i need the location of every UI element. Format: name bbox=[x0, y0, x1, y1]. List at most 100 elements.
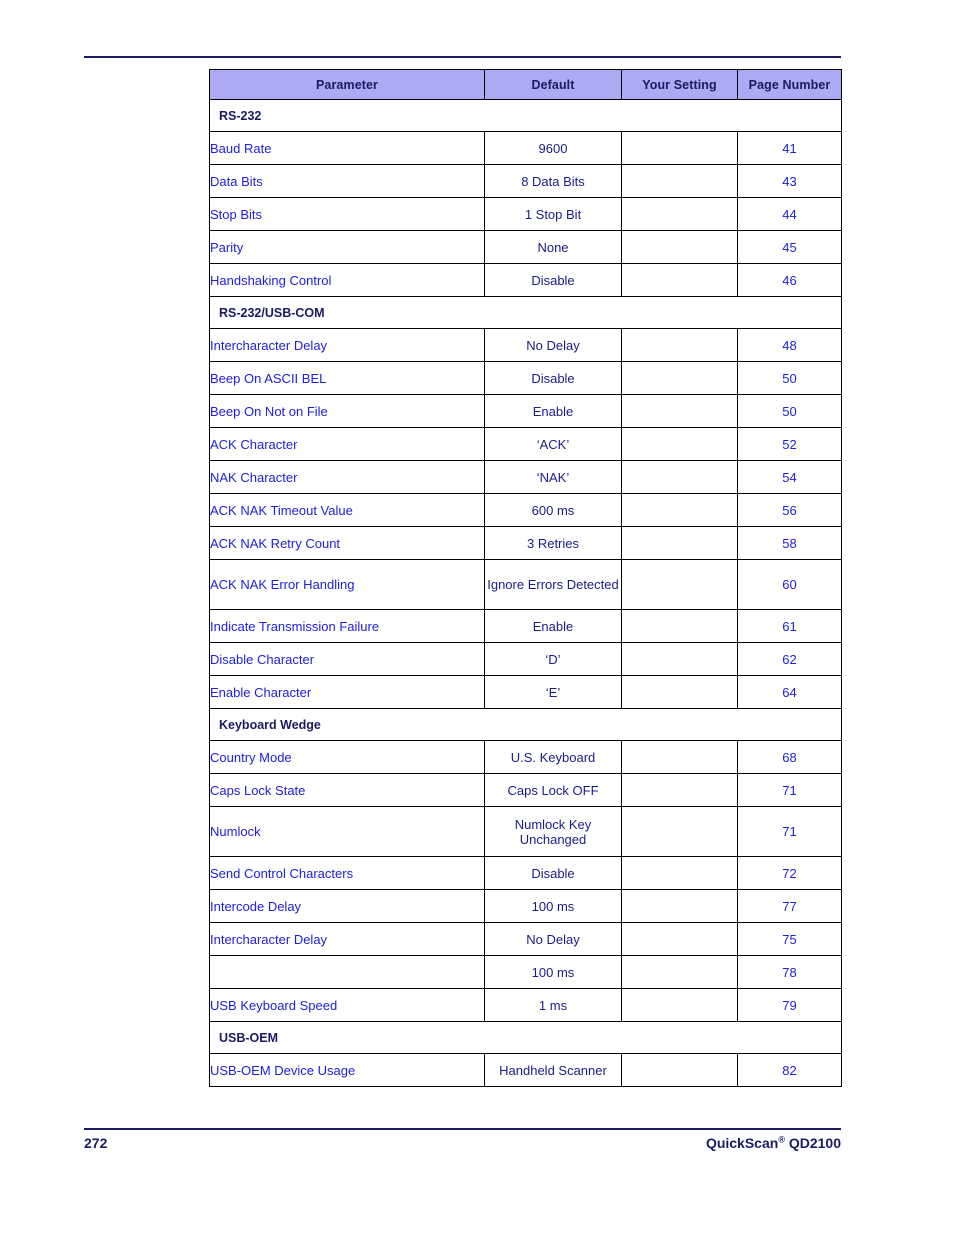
page-number-link[interactable]: 50 bbox=[737, 361, 842, 395]
your-setting-cell[interactable] bbox=[621, 889, 738, 923]
parameter-link[interactable]: Stop Bits bbox=[209, 197, 485, 231]
page-number-link[interactable]: 54 bbox=[737, 460, 842, 494]
parameter-link[interactable]: Beep On Not on File bbox=[209, 394, 485, 428]
table-row: Intercharacter Delay No Delay 48 bbox=[209, 328, 842, 362]
section-header-row: RS-232 bbox=[209, 99, 842, 132]
page-number-link[interactable]: 41 bbox=[737, 131, 842, 165]
parameter-link[interactable]: Intercharacter Delay bbox=[209, 922, 485, 956]
section-header-label: RS-232/USB-COM bbox=[209, 296, 842, 329]
parameter-link[interactable]: Enable Character bbox=[209, 675, 485, 709]
your-setting-cell[interactable] bbox=[621, 806, 738, 857]
parameter-link[interactable]: Parity bbox=[209, 230, 485, 264]
page-number-link[interactable]: 79 bbox=[737, 988, 842, 1022]
parameter-link[interactable]: Intercharacter Delay bbox=[209, 328, 485, 362]
page-number-link[interactable]: 50 bbox=[737, 394, 842, 428]
parameter-link[interactable]: USB-OEM Device Usage bbox=[209, 1053, 485, 1087]
your-setting-cell[interactable] bbox=[621, 361, 738, 395]
table-row: Disable Character ‘D’ 62 bbox=[209, 642, 842, 676]
default-value: Disable bbox=[484, 856, 622, 890]
your-setting-cell[interactable] bbox=[621, 394, 738, 428]
parameter-link[interactable]: Handshaking Control bbox=[209, 263, 485, 297]
footer-product-name: QuickScan bbox=[705, 1135, 779, 1151]
parameter-link[interactable] bbox=[209, 955, 485, 989]
page-number-link[interactable]: 48 bbox=[737, 328, 842, 362]
default-value: None bbox=[484, 230, 622, 264]
parameter-link[interactable]: Send Control Characters bbox=[209, 856, 485, 890]
page-number-link[interactable]: 64 bbox=[737, 675, 842, 709]
page-number-link[interactable]: 60 bbox=[737, 559, 842, 610]
section-header-row: Keyboard Wedge bbox=[209, 708, 842, 741]
default-value: Disable bbox=[484, 361, 622, 395]
settings-table-container: Parameter Default Your Setting Page Numb… bbox=[209, 69, 842, 1087]
page-number-link[interactable]: 46 bbox=[737, 263, 842, 297]
default-value: No Delay bbox=[484, 328, 622, 362]
parameter-link[interactable]: Numlock bbox=[209, 806, 485, 857]
your-setting-cell[interactable] bbox=[621, 1053, 738, 1087]
default-value: 100 ms bbox=[484, 955, 622, 989]
your-setting-cell[interactable] bbox=[621, 609, 738, 643]
section-header-row: USB-OEM bbox=[209, 1021, 842, 1054]
document-page: Parameter Default Your Setting Page Numb… bbox=[0, 0, 954, 1235]
your-setting-cell[interactable] bbox=[621, 988, 738, 1022]
parameter-link[interactable]: Beep On ASCII BEL bbox=[209, 361, 485, 395]
table-row: NAK Character ‘NAK’ 54 bbox=[209, 460, 842, 494]
table-row: 100 ms 78 bbox=[209, 955, 842, 989]
your-setting-cell[interactable] bbox=[621, 856, 738, 890]
page-number-link[interactable]: 56 bbox=[737, 493, 842, 527]
your-setting-cell[interactable] bbox=[621, 922, 738, 956]
page-number-link[interactable]: 71 bbox=[737, 806, 842, 857]
your-setting-cell[interactable] bbox=[621, 328, 738, 362]
page-number-link[interactable]: 52 bbox=[737, 427, 842, 461]
parameter-link[interactable]: USB Keyboard Speed bbox=[209, 988, 485, 1022]
your-setting-cell[interactable] bbox=[621, 197, 738, 231]
parameter-link[interactable]: ACK NAK Timeout Value bbox=[209, 493, 485, 527]
page-number-link[interactable]: 78 bbox=[737, 955, 842, 989]
default-value: Enable bbox=[484, 609, 622, 643]
default-value: ‘D’ bbox=[484, 642, 622, 676]
parameter-link[interactable]: Indicate Transmission Failure bbox=[209, 609, 485, 643]
page-number-link[interactable]: 61 bbox=[737, 609, 842, 643]
section-header-label: RS-232 bbox=[209, 99, 842, 132]
page-number-link[interactable]: 71 bbox=[737, 773, 842, 807]
parameter-link[interactable]: Country Mode bbox=[209, 740, 485, 774]
parameter-link[interactable]: ACK NAK Retry Count bbox=[209, 526, 485, 560]
table-row: Country Mode U.S. Keyboard 68 bbox=[209, 740, 842, 774]
your-setting-cell[interactable] bbox=[621, 526, 738, 560]
section-header-label: USB-OEM bbox=[209, 1021, 842, 1054]
your-setting-cell[interactable] bbox=[621, 740, 738, 774]
parameter-link[interactable]: NAK Character bbox=[209, 460, 485, 494]
your-setting-cell[interactable] bbox=[621, 675, 738, 709]
your-setting-cell[interactable] bbox=[621, 773, 738, 807]
page-number-link[interactable]: 75 bbox=[737, 922, 842, 956]
your-setting-cell[interactable] bbox=[621, 955, 738, 989]
your-setting-cell[interactable] bbox=[621, 642, 738, 676]
parameter-link[interactable]: Baud Rate bbox=[209, 131, 485, 165]
table-row: Baud Rate 9600 41 bbox=[209, 131, 842, 165]
table-row: Stop Bits 1 Stop Bit 44 bbox=[209, 197, 842, 231]
table-row: Handshaking Control Disable 46 bbox=[209, 263, 842, 297]
your-setting-cell[interactable] bbox=[621, 493, 738, 527]
page-number-link[interactable]: 82 bbox=[737, 1053, 842, 1087]
parameter-link[interactable]: ACK NAK Error Handling bbox=[209, 559, 485, 610]
your-setting-cell[interactable] bbox=[621, 131, 738, 165]
your-setting-cell[interactable] bbox=[621, 559, 738, 610]
parameter-link[interactable]: ACK Character bbox=[209, 427, 485, 461]
your-setting-cell[interactable] bbox=[621, 164, 738, 198]
page-number-link[interactable]: 68 bbox=[737, 740, 842, 774]
your-setting-cell[interactable] bbox=[621, 263, 738, 297]
parameter-link[interactable]: Data Bits bbox=[209, 164, 485, 198]
page-number-link[interactable]: 45 bbox=[737, 230, 842, 264]
your-setting-cell[interactable] bbox=[621, 427, 738, 461]
parameter-link[interactable]: Caps Lock State bbox=[209, 773, 485, 807]
your-setting-cell[interactable] bbox=[621, 460, 738, 494]
page-number-link[interactable]: 44 bbox=[737, 197, 842, 231]
page-number-link[interactable]: 43 bbox=[737, 164, 842, 198]
page-number-link[interactable]: 77 bbox=[737, 889, 842, 923]
table-row: USB Keyboard Speed 1 ms 79 bbox=[209, 988, 842, 1022]
parameter-link[interactable]: Disable Character bbox=[209, 642, 485, 676]
page-number-link[interactable]: 62 bbox=[737, 642, 842, 676]
page-number-link[interactable]: 58 bbox=[737, 526, 842, 560]
page-number-link[interactable]: 72 bbox=[737, 856, 842, 890]
parameter-link[interactable]: Intercode Delay bbox=[209, 889, 485, 923]
your-setting-cell[interactable] bbox=[621, 230, 738, 264]
